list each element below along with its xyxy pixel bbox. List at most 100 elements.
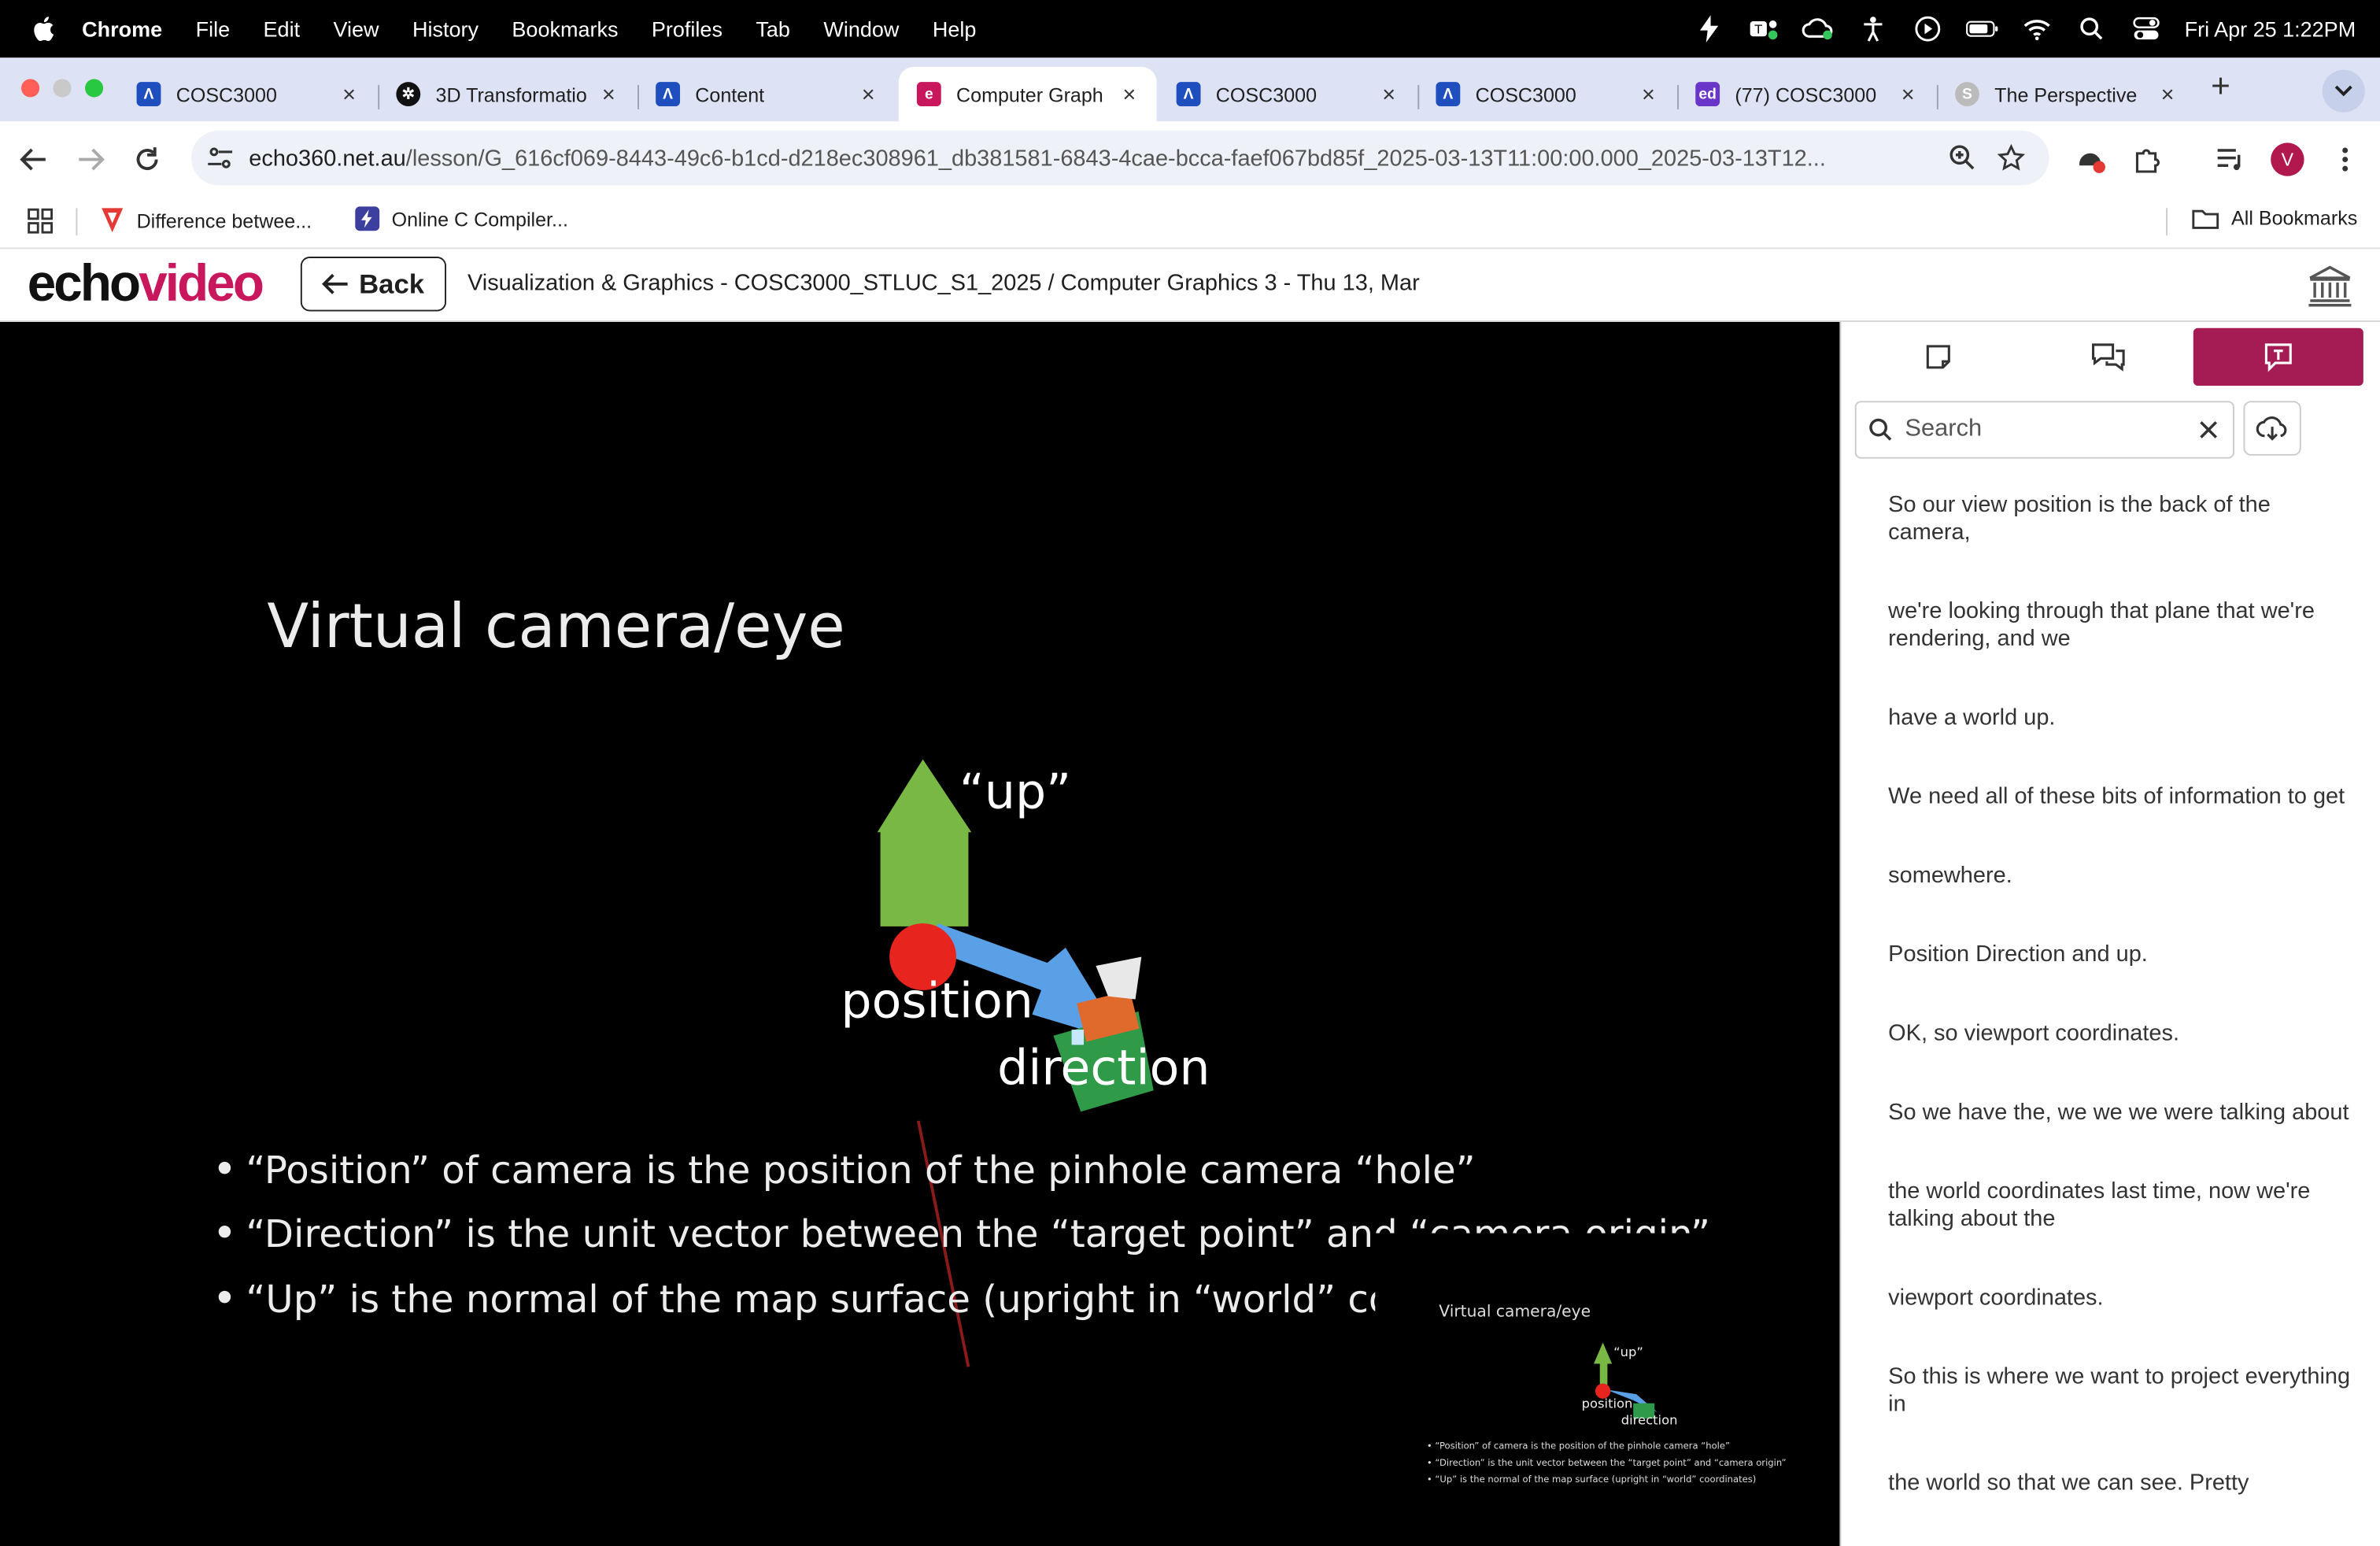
transcript-line[interactable]: So our view position is the back of the …: [1888, 492, 2359, 546]
all-bookmarks-button[interactable]: All Bookmarks: [2192, 206, 2357, 229]
bookmark-item[interactable]: Difference betwee...: [100, 206, 312, 234]
a-logo-icon: Λ: [1176, 82, 1201, 107]
bookmarks-bar: Difference betwee... Online C Compiler..…: [0, 194, 2380, 250]
close-window-button[interactable]: [21, 79, 40, 98]
spotlight-icon[interactable]: [2075, 12, 2108, 45]
url-text[interactable]: echo360.net.au/lesson/G_616cf069-8443-49…: [249, 145, 1934, 171]
tab-search-button[interactable]: [2322, 69, 2365, 113]
clear-icon[interactable]: [2200, 420, 2218, 438]
transcript-line[interactable]: So we have the, we we we were talking ab…: [1888, 1100, 2359, 1127]
transcript-line[interactable]: the world coordinates last time, now we'…: [1888, 1178, 2359, 1233]
thumbnail-position-label: position: [1582, 1396, 1633, 1411]
transcript-line[interactable]: the world so that we can see. Pretty: [1888, 1470, 2359, 1498]
menu-app-name[interactable]: Chrome: [82, 17, 162, 41]
profile-avatar[interactable]: V: [2269, 141, 2305, 177]
close-tab-icon[interactable]: ×: [334, 81, 364, 107]
menu-view[interactable]: View: [334, 17, 379, 41]
transcript-line[interactable]: We need all of these bits of information…: [1888, 784, 2359, 812]
browser-tab[interactable]: ✲ 3D Transformatio ×: [378, 67, 636, 121]
transcript-line[interactable]: So this is where we want to project ever…: [1888, 1364, 2359, 1418]
thumbnail-bullet: • “Up” is the normal of the map surface …: [1427, 1474, 1756, 1485]
transcript-line[interactable]: viewport coordinates.: [1888, 1285, 2359, 1312]
forward-nav-button[interactable]: [73, 141, 109, 177]
back-label: Back: [359, 268, 425, 299]
reload-button[interactable]: [129, 141, 165, 177]
menu-edit[interactable]: Edit: [264, 17, 301, 41]
tab-notes[interactable]: [1853, 328, 2023, 386]
extensions-menu-button[interactable]: [2130, 141, 2166, 177]
chrome-menu-button[interactable]: [2327, 141, 2363, 177]
teams-icon[interactable]: T: [1747, 12, 1780, 45]
tab-discussion[interactable]: [2023, 328, 2193, 386]
close-tab-icon[interactable]: ×: [593, 81, 624, 107]
transcript-search[interactable]: Search: [1854, 401, 2234, 459]
panel-tabs: [1853, 327, 2367, 386]
zoom-icon[interactable]: [1949, 144, 1976, 172]
close-tab-icon[interactable]: ×: [1633, 81, 1664, 107]
apple-icon[interactable]: [31, 15, 55, 43]
minimize-window-button[interactable]: [53, 79, 72, 98]
back-button[interactable]: Back: [300, 257, 447, 312]
menu-tab[interactable]: Tab: [756, 17, 790, 41]
browser-tab[interactable]: Λ COSC3000 ×: [1159, 67, 1417, 121]
close-tab-icon[interactable]: ×: [1373, 81, 1404, 107]
institution-icon[interactable]: [2306, 261, 2355, 310]
control-center-icon[interactable]: [2130, 12, 2163, 45]
zoom-window-button[interactable]: [85, 79, 104, 98]
menu-window[interactable]: Window: [823, 17, 899, 41]
new-tab-button[interactable]: +: [2204, 67, 2237, 106]
browser-tab[interactable]: S The Perspective ×: [1937, 67, 2195, 121]
close-tab-icon[interactable]: ×: [853, 81, 884, 107]
play-icon[interactable]: [1911, 12, 1944, 45]
bolt-icon[interactable]: [1693, 12, 1726, 45]
browser-toolbar: echo360.net.au/lesson/G_616cf069-8443-49…: [0, 121, 2380, 194]
tab-title: (77) COSC3000: [1735, 83, 1877, 106]
position-label: position: [841, 973, 1033, 1030]
media-control-button[interactable]: [2213, 141, 2249, 177]
transcript-line[interactable]: somewhere.: [1888, 863, 2359, 890]
star-icon[interactable]: [1998, 144, 2025, 172]
menu-history[interactable]: History: [412, 17, 479, 41]
wifi-icon[interactable]: [2020, 12, 2053, 45]
menu-clock[interactable]: Fri Apr 25 1:22PM: [2185, 17, 2356, 41]
download-transcript-button[interactable]: [2243, 401, 2301, 456]
transcript-line[interactable]: we're looking through that plane that we…: [1888, 598, 2359, 653]
menu-profiles[interactable]: Profiles: [652, 17, 722, 41]
video-player[interactable]: Virtual camera/eye “up” position directi…: [0, 322, 1840, 1546]
accessibility-icon[interactable]: [1857, 12, 1890, 45]
address-bar[interactable]: echo360.net.au/lesson/G_616cf069-8443-49…: [191, 130, 2049, 186]
battery-icon[interactable]: [1966, 12, 1999, 45]
close-tab-icon[interactable]: ×: [2153, 81, 2183, 107]
site-info-icon[interactable]: [206, 146, 234, 170]
macos-menu-bar: Chrome File Edit View History Bookmarks …: [0, 0, 2380, 58]
transcript-line[interactable]: have a world up.: [1888, 705, 2359, 732]
playlist-icon: [2217, 149, 2241, 171]
browser-tab[interactable]: Λ Content ×: [638, 67, 896, 121]
close-tab-icon[interactable]: ×: [1114, 81, 1145, 107]
triangle-logo-icon: [102, 208, 124, 233]
transcript-line[interactable]: OK, so viewport coordinates.: [1888, 1020, 2359, 1048]
menu-help[interactable]: Help: [933, 17, 977, 41]
transcript-line[interactable]: Position Direction and up.: [1888, 941, 2359, 969]
back-nav-button[interactable]: [15, 141, 51, 177]
tab-title: COSC3000: [1215, 83, 1318, 106]
echovideo-logo[interactable]: echovideo: [28, 255, 264, 314]
apps-button[interactable]: [28, 208, 54, 234]
cloud-sync-icon[interactable]: [1802, 12, 1835, 45]
a-logo-icon: Λ: [136, 82, 161, 107]
extension-button[interactable]: [2073, 141, 2109, 177]
screen: Chrome File Edit View History Bookmarks …: [0, 0, 2380, 1546]
browser-tab[interactable]: Λ COSC3000 ×: [1417, 67, 1676, 121]
browser-tab[interactable]: Λ COSC3000 ×: [118, 67, 376, 121]
menu-file[interactable]: File: [196, 17, 231, 41]
tab-transcript[interactable]: [2193, 327, 2363, 386]
side-panel: Search So our view position is the back …: [1839, 322, 2380, 1546]
browser-tab-active[interactable]: e Computer Graph ×: [898, 66, 1157, 122]
search-placeholder[interactable]: Search: [1905, 416, 2199, 444]
close-tab-icon[interactable]: ×: [1893, 81, 1924, 107]
window-controls: [21, 79, 104, 98]
browser-tab[interactable]: ed (77) COSC3000 ×: [1677, 67, 1935, 121]
menu-bookmarks[interactable]: Bookmarks: [512, 17, 618, 41]
transcript-icon: [2264, 343, 2292, 372]
bookmark-item[interactable]: Online C Compiler...: [343, 206, 568, 231]
